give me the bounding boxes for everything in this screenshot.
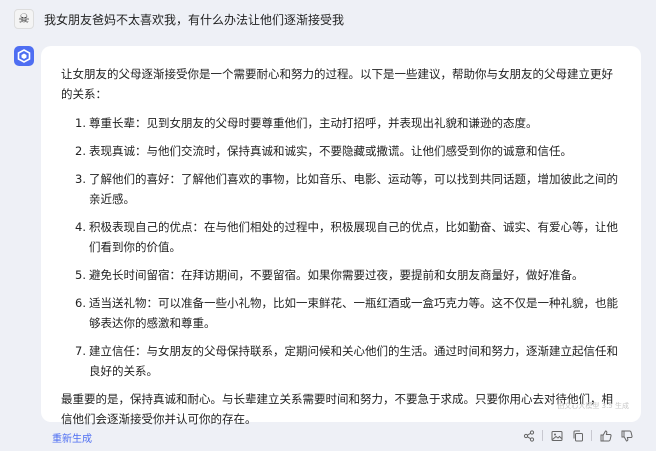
user-message-row: ☠ 我女朋友爸妈不太喜欢我，有什么办法让他们逐渐接受我 — [14, 8, 344, 30]
item-text: 避免长时间留宿：在拜访期间，不要留宿。如果你需要过夜，要提前和女朋友商量好，做好… — [89, 268, 584, 282]
item-text: 表现真诚：与他们交流时，保持真诚和诚实，不要隐藏或撒谎。让他们感受到你的诚意和信… — [89, 144, 572, 158]
share-icon[interactable] — [521, 428, 536, 443]
item-text: 积极表现自己的优点：在与他们相处的过程中，积极展现自己的优点，比如勤奋、诚实、有… — [89, 220, 618, 254]
answer-conclusion: 最重要的是，保持真诚和耐心。与长辈建立关系需要时间和努力，不要急于求成。只要你用… — [61, 392, 613, 426]
item-number: 1. — [75, 116, 86, 130]
divider — [542, 430, 543, 441]
user-question: 我女朋友爸妈不太喜欢我，有什么办法让他们逐渐接受我 — [44, 12, 345, 27]
cube-logo-icon — [14, 46, 34, 66]
item-text: 建立信任：与女朋友的父母保持联系，定期问候和关心他们的生活。通过时间和努力，逐渐… — [89, 344, 618, 378]
item-text: 适当送礼物：可以准备一些小礼物，比如一束鲜花、一瓶红酒或一盒巧克力等。这不仅是一… — [89, 296, 618, 330]
item-text: 尊重长辈：见到女朋友的父母时要尊重他们，主动打招呼，并表现出礼貌和谦逊的态度。 — [89, 116, 538, 130]
item-number: 4. — [75, 220, 86, 234]
list-item: 5. 避免长时间留宿：在拜访期间，不要留宿。如果你需要过夜，要提前和女朋友商量好，… — [61, 265, 621, 285]
list-item: 6. 适当送礼物：可以准备一些小礼物，比如一束鲜花、一瓶红酒或一盒巧克力等。这不仅… — [61, 293, 621, 333]
list-item: 1. 尊重长辈：见到女朋友的父母时要尊重他们，主动打招呼，并表现出礼貌和谦逊的态度… — [61, 113, 621, 133]
thumbs-down-icon[interactable] — [619, 428, 634, 443]
ai-watermark: 由文心大模型 3.5 生成 — [557, 402, 629, 410]
list-item: 3. 了解他们的喜好：了解他们喜欢的事物，比如音乐、电影、运动等，可以找到共同话题… — [61, 169, 621, 209]
item-number: 3. — [75, 172, 86, 186]
list-item: 2. 表现真诚：与他们交流时，保持真诚和诚实，不要隐藏或撒谎。让他们感受到你的诚意… — [61, 141, 621, 161]
answer-actions — [521, 428, 634, 443]
skull-pirate-icon: ☠ — [14, 9, 34, 29]
divider — [591, 430, 592, 441]
regenerate-button[interactable]: 重新生成 — [52, 430, 92, 445]
item-number: 2. — [75, 144, 86, 158]
list-item: 4. 积极表现自己的优点：在与他们相处的过程中，积极展现自己的优点，比如勤奋、诚实… — [61, 217, 621, 257]
item-number: 6. — [75, 296, 86, 310]
item-number: 5. — [75, 268, 86, 282]
image-icon[interactable] — [549, 428, 564, 443]
thumbs-up-icon[interactable] — [598, 428, 613, 443]
suggestion-list: 1. 尊重长辈：见到女朋友的父母时要尊重他们，主动打招呼，并表现出礼貌和谦逊的态度… — [61, 113, 621, 381]
answer-intro: 让女朋友的父母逐渐接受你是一个需要耐心和努力的过程。以下是一些建议，帮助你与女朋… — [61, 67, 613, 101]
item-text: 了解他们的喜好：了解他们喜欢的事物，比如音乐、电影、运动等，可以找到共同话题，增… — [89, 172, 618, 206]
answer-card: 让女朋友的父母逐渐接受你是一个需要耐心和努力的过程。以下是一些建议，帮助你与女朋… — [41, 46, 641, 426]
copy-icon[interactable] — [570, 428, 585, 443]
item-number: 7. — [75, 344, 86, 358]
list-item: 7. 建立信任：与女朋友的父母保持联系，定期问候和关心他们的生活。通过时间和努力，… — [61, 341, 621, 381]
